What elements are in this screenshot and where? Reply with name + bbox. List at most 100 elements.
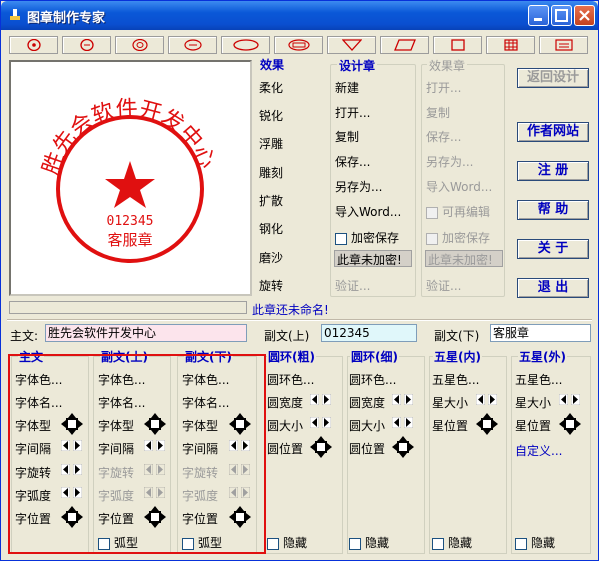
ring-thin-hide-text: 隐藏 — [365, 536, 390, 550]
stamp-preview[interactable]: 胜先会软件开发中心 012345 客服章 — [9, 60, 252, 296]
shape-circle-double-button[interactable] — [115, 36, 164, 54]
sub-top-input[interactable]: 012345 — [321, 324, 417, 342]
exit-button[interactable]: 退 出 — [517, 278, 589, 298]
design-open[interactable]: 打开... — [335, 104, 370, 121]
minimize-button[interactable] — [528, 5, 549, 26]
star-in-size-label: 星大小 — [432, 396, 469, 410]
ring-thick-width-left-arrow-icon[interactable] — [310, 394, 319, 405]
ring-thin-size-left-arrow-icon[interactable] — [392, 417, 401, 428]
star-out-custom[interactable]: 自定义... — [515, 442, 562, 459]
effect-encrypt-checkbox[interactable]: 加密保存 — [426, 229, 490, 246]
effect-diffuse[interactable]: 扩散 — [259, 192, 283, 209]
help-button[interactable]: 帮 助 — [517, 200, 589, 220]
design-new[interactable]: 新建 — [335, 79, 359, 96]
ring-thin-panel-title: 圆环(细) — [350, 348, 399, 365]
stamp-sub-bottom-text: 客服章 — [107, 231, 152, 249]
ring-thin-width-right-arrow-icon[interactable] — [404, 394, 413, 405]
effect-stamp-copy[interactable]: 复制 — [426, 104, 450, 121]
shape-triangle-button[interactable] — [327, 36, 376, 54]
effect-stamp-open[interactable]: 打开... — [426, 79, 461, 96]
design-encrypt-label: 加密保存 — [351, 231, 400, 245]
star-out-panel-title: 五星(外) — [518, 348, 567, 365]
effect-soften[interactable]: 柔化 — [259, 79, 283, 96]
sub-bottom-input[interactable]: 客服章 — [490, 324, 591, 342]
effects-title: 效果 — [258, 56, 287, 73]
ring-thick-size-label: 圆大小 — [267, 419, 304, 433]
ring-thin-width-label: 圆宽度 — [349, 396, 386, 410]
circle-ring-icon — [79, 39, 94, 51]
shape-oval-double-button[interactable] — [274, 36, 323, 54]
highlight-box — [8, 354, 266, 554]
about-button[interactable]: 关 于 — [517, 239, 589, 259]
effect-frost[interactable]: 磨沙 — [259, 249, 283, 266]
star-in-hide-text: 隐藏 — [448, 536, 473, 550]
main-text-label: 主文: — [10, 329, 39, 343]
stamp-sub-top-text: 012345 — [107, 214, 154, 229]
effect-stamp-save[interactable]: 保存... — [426, 128, 461, 145]
shape-square-button[interactable] — [433, 36, 482, 54]
design-verify[interactable]: 验证... — [335, 277, 370, 294]
shape-grid-button[interactable] — [486, 36, 535, 54]
shape-rect-line-button[interactable] — [539, 36, 588, 54]
effect-rotate[interactable]: 旋转 — [259, 277, 283, 294]
effect-sharpen[interactable]: 锐化 — [259, 107, 283, 124]
unnamed-status: 此章还未命名! — [252, 303, 329, 317]
close-button[interactable] — [574, 5, 595, 26]
design-title: 设计章 — [337, 57, 378, 74]
main-text-input[interactable]: 胜先会软件开发中心 — [45, 324, 247, 342]
circle-star-icon — [26, 39, 41, 51]
star-in-size-left-arrow-icon[interactable] — [476, 394, 485, 405]
star-out-position-move-icon[interactable] — [559, 413, 581, 435]
star-in-position-move-icon[interactable] — [476, 413, 498, 435]
design-encrypt-checkbox[interactable]: 加密保存 — [335, 229, 399, 246]
shape-oval-button[interactable] — [221, 36, 270, 54]
ring-thick-width-right-arrow-icon[interactable] — [322, 394, 331, 405]
star-in-size-right-arrow-icon[interactable] — [488, 394, 497, 405]
design-copy[interactable]: 复制 — [335, 128, 359, 145]
ring-thick-size-left-arrow-icon[interactable] — [310, 417, 319, 428]
star-out-position-label: 星位置 — [515, 419, 552, 433]
reedit-checkbox[interactable]: 可再编辑 — [426, 203, 490, 220]
register-button[interactable]: 注 册 — [517, 161, 589, 181]
design-save-as[interactable]: 另存为... — [335, 178, 382, 195]
effect-stamp-verify[interactable]: 验证... — [426, 277, 461, 294]
star-in-position-label: 星位置 — [432, 419, 469, 433]
author-website-button[interactable]: 作者网站 — [517, 122, 589, 142]
design-import-word[interactable]: 导入Word... — [335, 203, 401, 220]
design-save[interactable]: 保存... — [335, 153, 370, 170]
star-in-hide-checkbox[interactable]: 隐藏 — [432, 534, 472, 551]
ring-thin-color[interactable]: 圆环色... — [349, 371, 396, 388]
ring-thin-width-left-arrow-icon[interactable] — [392, 394, 401, 405]
star-out-size-left-arrow-icon[interactable] — [559, 394, 568, 405]
back-to-design-button[interactable]: 返回设计 — [517, 68, 589, 88]
shape-oval-ring-button[interactable] — [168, 36, 217, 54]
ring-thick-size-right-arrow-icon[interactable] — [322, 417, 331, 428]
ring-thick-position-move-icon[interactable] — [310, 436, 332, 458]
star-in-color[interactable]: 五星色... — [432, 371, 479, 388]
effect-stamp-save-as[interactable]: 另存为... — [426, 153, 473, 170]
window-title: 图章制作专家 — [27, 11, 106, 26]
ring-thick-hide-text: 隐藏 — [283, 536, 308, 550]
effect-steel[interactable]: 钢化 — [259, 220, 283, 237]
shape-circle-ring-button[interactable] — [62, 36, 111, 54]
star-out-hide-text: 隐藏 — [531, 536, 556, 550]
star-out-hide-checkbox[interactable]: 隐藏 — [515, 534, 555, 551]
maximize-button[interactable] — [551, 5, 572, 26]
ring-thin-hide-checkbox[interactable]: 隐藏 — [349, 534, 389, 551]
shape-parallelogram-button[interactable] — [380, 36, 429, 54]
ring-thick-hide-checkbox[interactable]: 隐藏 — [267, 534, 307, 551]
triangle-down-icon — [341, 39, 362, 51]
sub-bottom-label: 副文(下) — [434, 329, 480, 343]
effect-stamp-import-word[interactable]: 导入Word... — [426, 178, 492, 195]
effect-encrypt-label: 加密保存 — [442, 231, 491, 245]
ring-thin-position-move-icon[interactable] — [392, 436, 414, 458]
effect-engrave[interactable]: 雕刻 — [259, 164, 283, 181]
ring-thick-color[interactable]: 圆环色... — [267, 371, 314, 388]
effect-emboss[interactable]: 浮雕 — [259, 135, 283, 152]
effect-stamp-title: 效果章 — [427, 57, 468, 74]
star-out-size-label: 星大小 — [515, 396, 552, 410]
star-out-size-right-arrow-icon[interactable] — [571, 394, 580, 405]
shape-circle-star-button[interactable] — [9, 36, 58, 54]
star-out-color[interactable]: 五星色... — [515, 371, 562, 388]
ring-thin-size-right-arrow-icon[interactable] — [404, 417, 413, 428]
